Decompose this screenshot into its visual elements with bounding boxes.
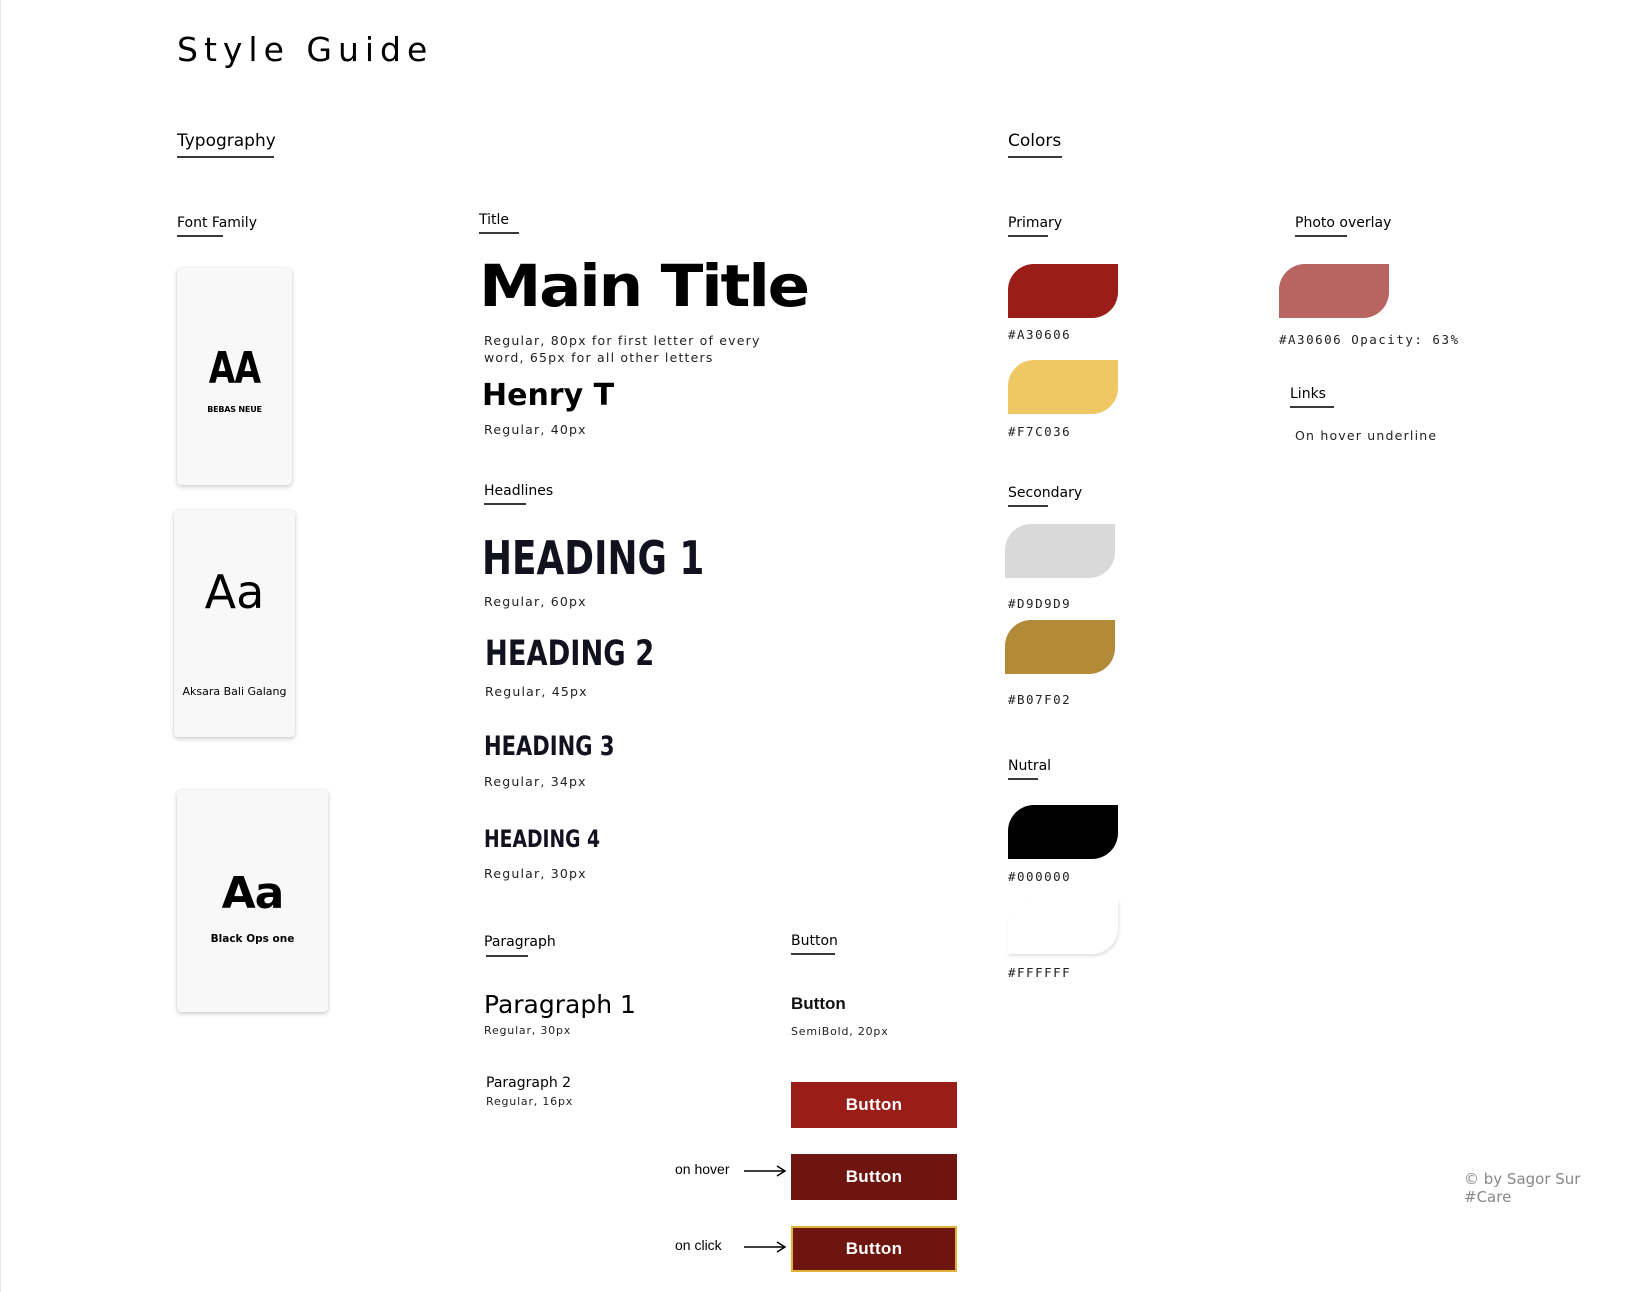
font-sample-glyph: Aa (221, 868, 285, 919)
paragraph-label: Paragraph (484, 934, 556, 950)
secondary-underline (1008, 505, 1048, 507)
font-name-label: BEBAS NEUE (207, 405, 262, 414)
font-name-label: Aksara Bali Galang (182, 685, 287, 698)
font-family-underline (177, 235, 223, 237)
font-sample-glyph: Aa (204, 565, 265, 619)
title-label: Title (479, 212, 510, 228)
color-hex-label: #D9D9D9 (1008, 596, 1072, 611)
font-card-bebas: AA BEBAS NEUE (177, 268, 292, 485)
paragraph-2-spec: Regular, 16px (486, 1095, 574, 1108)
button-label: Button (791, 933, 838, 949)
color-swatch-white (1008, 900, 1118, 954)
footer-credit: © by Sagor Sur #Care (1464, 1170, 1581, 1206)
color-hex-label: #A30606 (1008, 327, 1072, 342)
page-edge (0, 0, 1, 1292)
photo-overlay-underline (1295, 235, 1347, 237)
title-underline (479, 232, 519, 234)
arrow-right-icon (744, 1165, 787, 1177)
links-label: Links (1290, 386, 1326, 402)
main-title-spec-line1: Regular, 80px for first letter of every (484, 333, 761, 348)
heading-1-sample: HEADING 1 (482, 531, 705, 585)
color-hex-label: #F7C036 (1008, 424, 1072, 439)
paragraph-2-sample: Paragraph 2 (486, 1075, 572, 1091)
links-description: On hover underline (1295, 428, 1438, 443)
paragraph-underline (486, 955, 528, 957)
font-card-blackops: Aa Black Ops one (177, 790, 328, 1012)
on-hover-label: on hover (675, 1161, 730, 1177)
heading-1-spec: Regular, 60px (484, 594, 587, 609)
photo-overlay-label: Photo overlay (1295, 215, 1392, 231)
main-title-sample: Main Title (479, 252, 810, 320)
secondary-label: Secondary (1008, 485, 1083, 501)
color-swatch-photo-overlay (1279, 264, 1389, 318)
primary-underline (1008, 235, 1048, 237)
primary-label: Primary (1008, 215, 1063, 231)
page-title: Style Guide (177, 30, 434, 69)
links-underline (1290, 406, 1334, 408)
button-default[interactable]: Button (791, 1082, 957, 1128)
colors-heading: Colors (1008, 131, 1062, 151)
sub-title-spec: Regular, 40px (484, 422, 587, 437)
arrow-right-icon (744, 1241, 787, 1253)
on-click-label: on click (675, 1237, 722, 1253)
paragraph-1-sample: Paragraph 1 (484, 990, 636, 1019)
color-swatch-primary-yellow (1008, 360, 1118, 414)
headlines-label: Headlines (484, 483, 554, 499)
color-swatch-secondary-gray (1005, 524, 1115, 578)
color-hex-label: #B07F02 (1008, 692, 1072, 707)
font-name-label: Black Ops one (210, 933, 295, 945)
sub-title-sample: Henry T (482, 378, 615, 413)
heading-3-spec: Regular, 34px (484, 774, 587, 789)
typography-heading: Typography (177, 131, 276, 151)
typography-underline (177, 156, 274, 158)
color-hex-label: #000000 (1008, 869, 1072, 884)
colors-underline (1008, 156, 1062, 158)
color-swatch-primary-red (1008, 264, 1118, 318)
button-text-sample: Button (791, 994, 846, 1013)
button-text-spec: SemiBold, 20px (791, 1025, 889, 1038)
heading-4-spec: Regular, 30px (484, 866, 587, 881)
nutral-underline (1008, 778, 1038, 780)
heading-2-sample: HEADING 2 (485, 634, 655, 674)
nutral-label: Nutral (1008, 758, 1052, 774)
font-sample-glyph: AA (208, 343, 261, 394)
heading-3-sample: HEADING 3 (484, 731, 615, 762)
color-hex-label: #A30606 Opacity: 63% (1279, 332, 1460, 347)
button-active[interactable]: Button (791, 1226, 957, 1272)
button-underline (791, 953, 835, 955)
heading-2-spec: Regular, 45px (485, 684, 588, 699)
heading-4-sample: HEADING 4 (484, 825, 601, 853)
paragraph-1-spec: Regular, 30px (484, 1024, 572, 1037)
headlines-underline (484, 503, 526, 505)
color-hex-label: #FFFFFF (1008, 965, 1072, 980)
main-title-spec-line2: word, 65px for all other letters (484, 350, 714, 365)
button-hover[interactable]: Button (791, 1154, 957, 1200)
color-swatch-black (1008, 805, 1118, 859)
color-swatch-secondary-gold (1005, 620, 1115, 674)
font-card-aksara: Aa Aksara Bali Galang (174, 510, 295, 737)
font-family-label: Font Family (177, 215, 257, 231)
